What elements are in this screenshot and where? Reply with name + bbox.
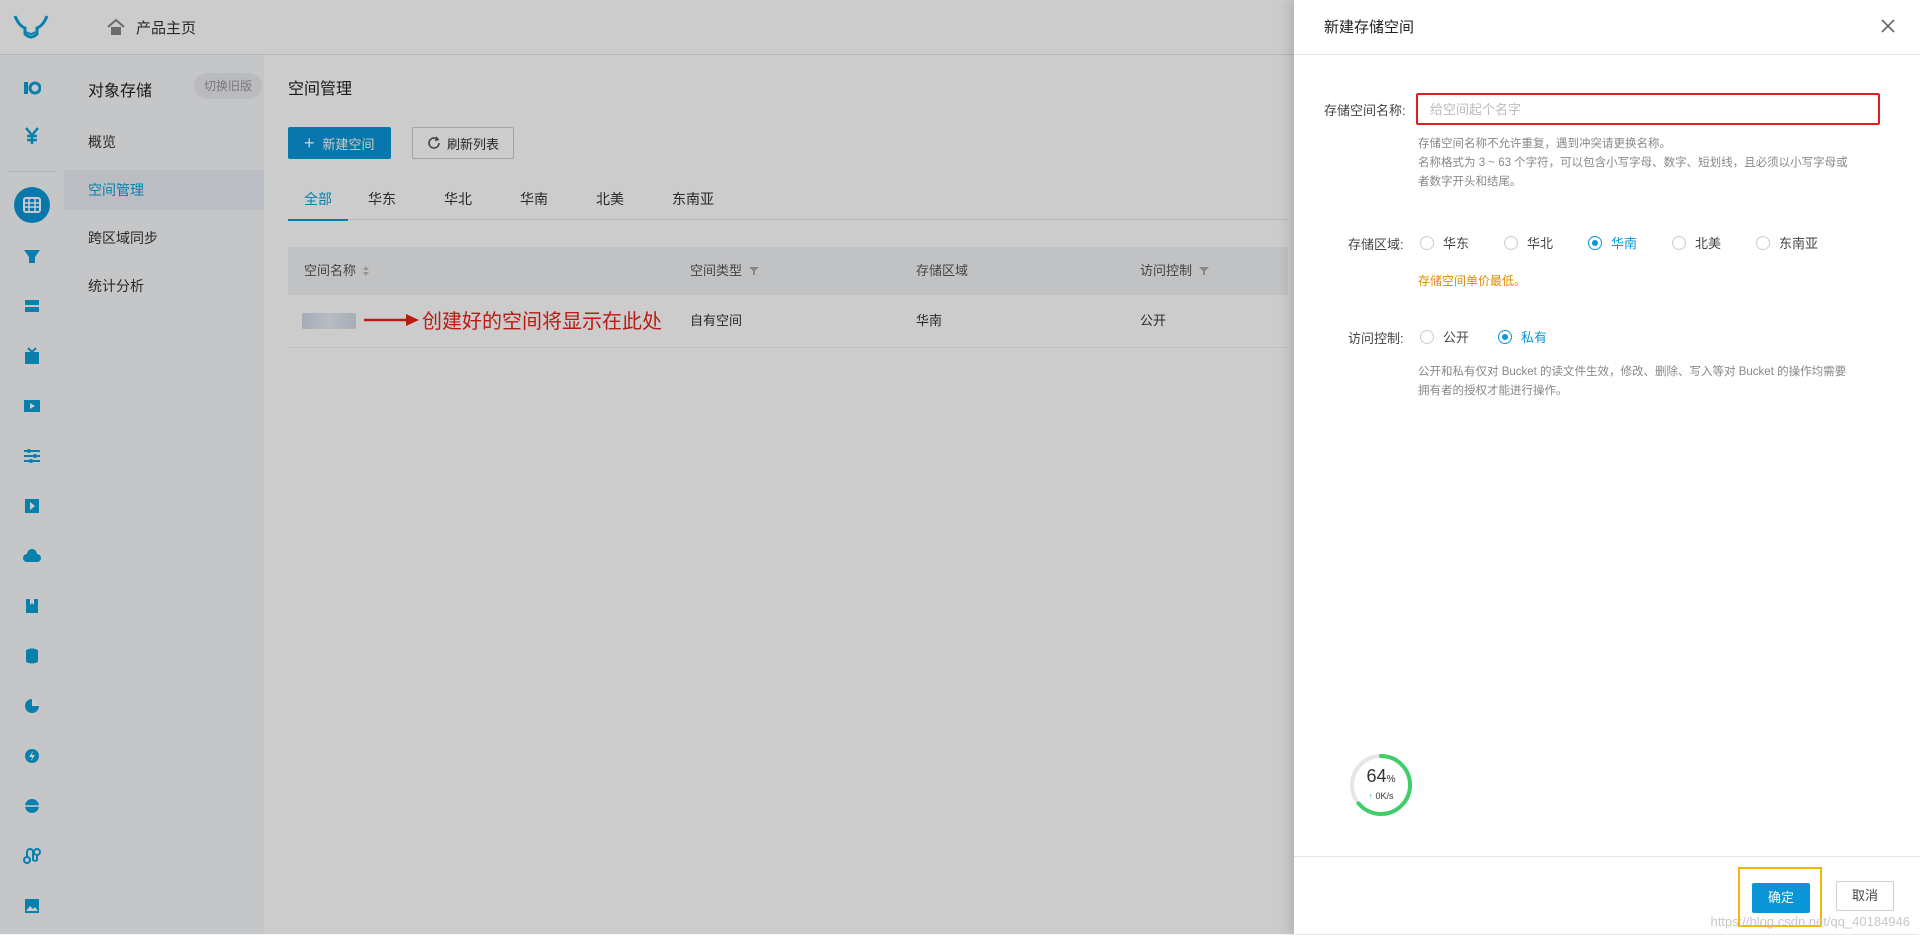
close-icon[interactable] <box>1876 14 1900 38</box>
access-option-label: 私有 <box>1521 330 1548 345</box>
radio-dot[interactable] <box>1420 329 1434 344</box>
region-radio-south-china[interactable]: 华南 <box>1588 233 1637 252</box>
access-option-label: 公开 <box>1443 330 1470 345</box>
region-option-label: 华东 <box>1443 236 1470 251</box>
radio-dot[interactable] <box>1504 235 1518 250</box>
drawer-footer: 确定 取消 https://blog.csdn.net/qq_40184946 <box>1294 856 1920 935</box>
region-radio-north-china[interactable]: 华北 <box>1504 233 1553 252</box>
region-radio-southeast-asia[interactable]: 东南亚 <box>1756 233 1818 252</box>
name-help-1: 存储空间名称不允许重复，遇到冲突请更换名称。 <box>1418 138 1671 150</box>
region-radio-group: 华东 华北 华南 北美 东南亚 <box>1420 233 1860 251</box>
create-bucket-drawer: 新建存储空间 存储空间名称: 存储空间名称不允许重复，遇到冲突请更换名称。 名称… <box>1294 0 1920 934</box>
access-radio-group: 公开 私有 <box>1420 327 1620 345</box>
radio-dot[interactable] <box>1672 235 1686 250</box>
radio-dot[interactable] <box>1588 235 1602 250</box>
drawer-header: 新建存储空间 <box>1294 0 1920 55</box>
region-option-label: 华北 <box>1527 236 1554 251</box>
region-radio-east-china[interactable]: 华东 <box>1420 233 1469 252</box>
bucket-name-field[interactable] <box>1416 93 1880 125</box>
speed-percent: 64% <box>1366 766 1396 786</box>
cancel-button[interactable]: 取消 <box>1836 881 1894 911</box>
access-help-1: 公开和私有仅对 Bucket 的读文件生效，修改、删除、写入等对 Bucket … <box>1418 366 1847 378</box>
region-radio-north-america[interactable]: 北美 <box>1672 233 1721 252</box>
name-help-3: 者数字开头和结尾。 <box>1418 176 1522 188</box>
bucket-name-label: 存储空间名称: <box>1324 103 1406 118</box>
region-label: 存储区域: <box>1348 237 1404 252</box>
region-price-tip: 存储空间单价最低。 <box>1418 274 1527 288</box>
access-radio-public[interactable]: 公开 <box>1420 327 1469 346</box>
drawer-title: 新建存储空间 <box>1324 19 1415 36</box>
access-radio-private[interactable]: 私有 <box>1498 327 1547 346</box>
region-option-label: 北美 <box>1695 236 1722 251</box>
watermark: https://blog.csdn.net/qq_40184946 <box>1710 914 1911 929</box>
access-control-label: 访问控制: <box>1348 331 1404 346</box>
region-option-label: 东南亚 <box>1779 236 1819 251</box>
name-help-2: 名称格式为 3 ~ 63 个字符，可以包含小写字母、数字、短划线，且必须以小写字… <box>1418 157 1848 169</box>
speed-rate: ↑ 0K/s <box>1368 791 1394 801</box>
region-option-label: 华南 <box>1611 236 1638 251</box>
modal-backdrop[interactable] <box>0 0 1294 934</box>
access-help-2: 拥有者的授权才能进行操作。 <box>1418 385 1568 397</box>
radio-dot[interactable] <box>1756 235 1770 250</box>
bucket-name-input[interactable] <box>1418 95 1878 123</box>
confirm-button[interactable]: 确定 <box>1752 883 1810 913</box>
network-speed-widget[interactable]: 64% ↑ 0K/s <box>1348 752 1414 818</box>
radio-dot[interactable] <box>1498 329 1512 344</box>
radio-dot[interactable] <box>1420 235 1434 250</box>
